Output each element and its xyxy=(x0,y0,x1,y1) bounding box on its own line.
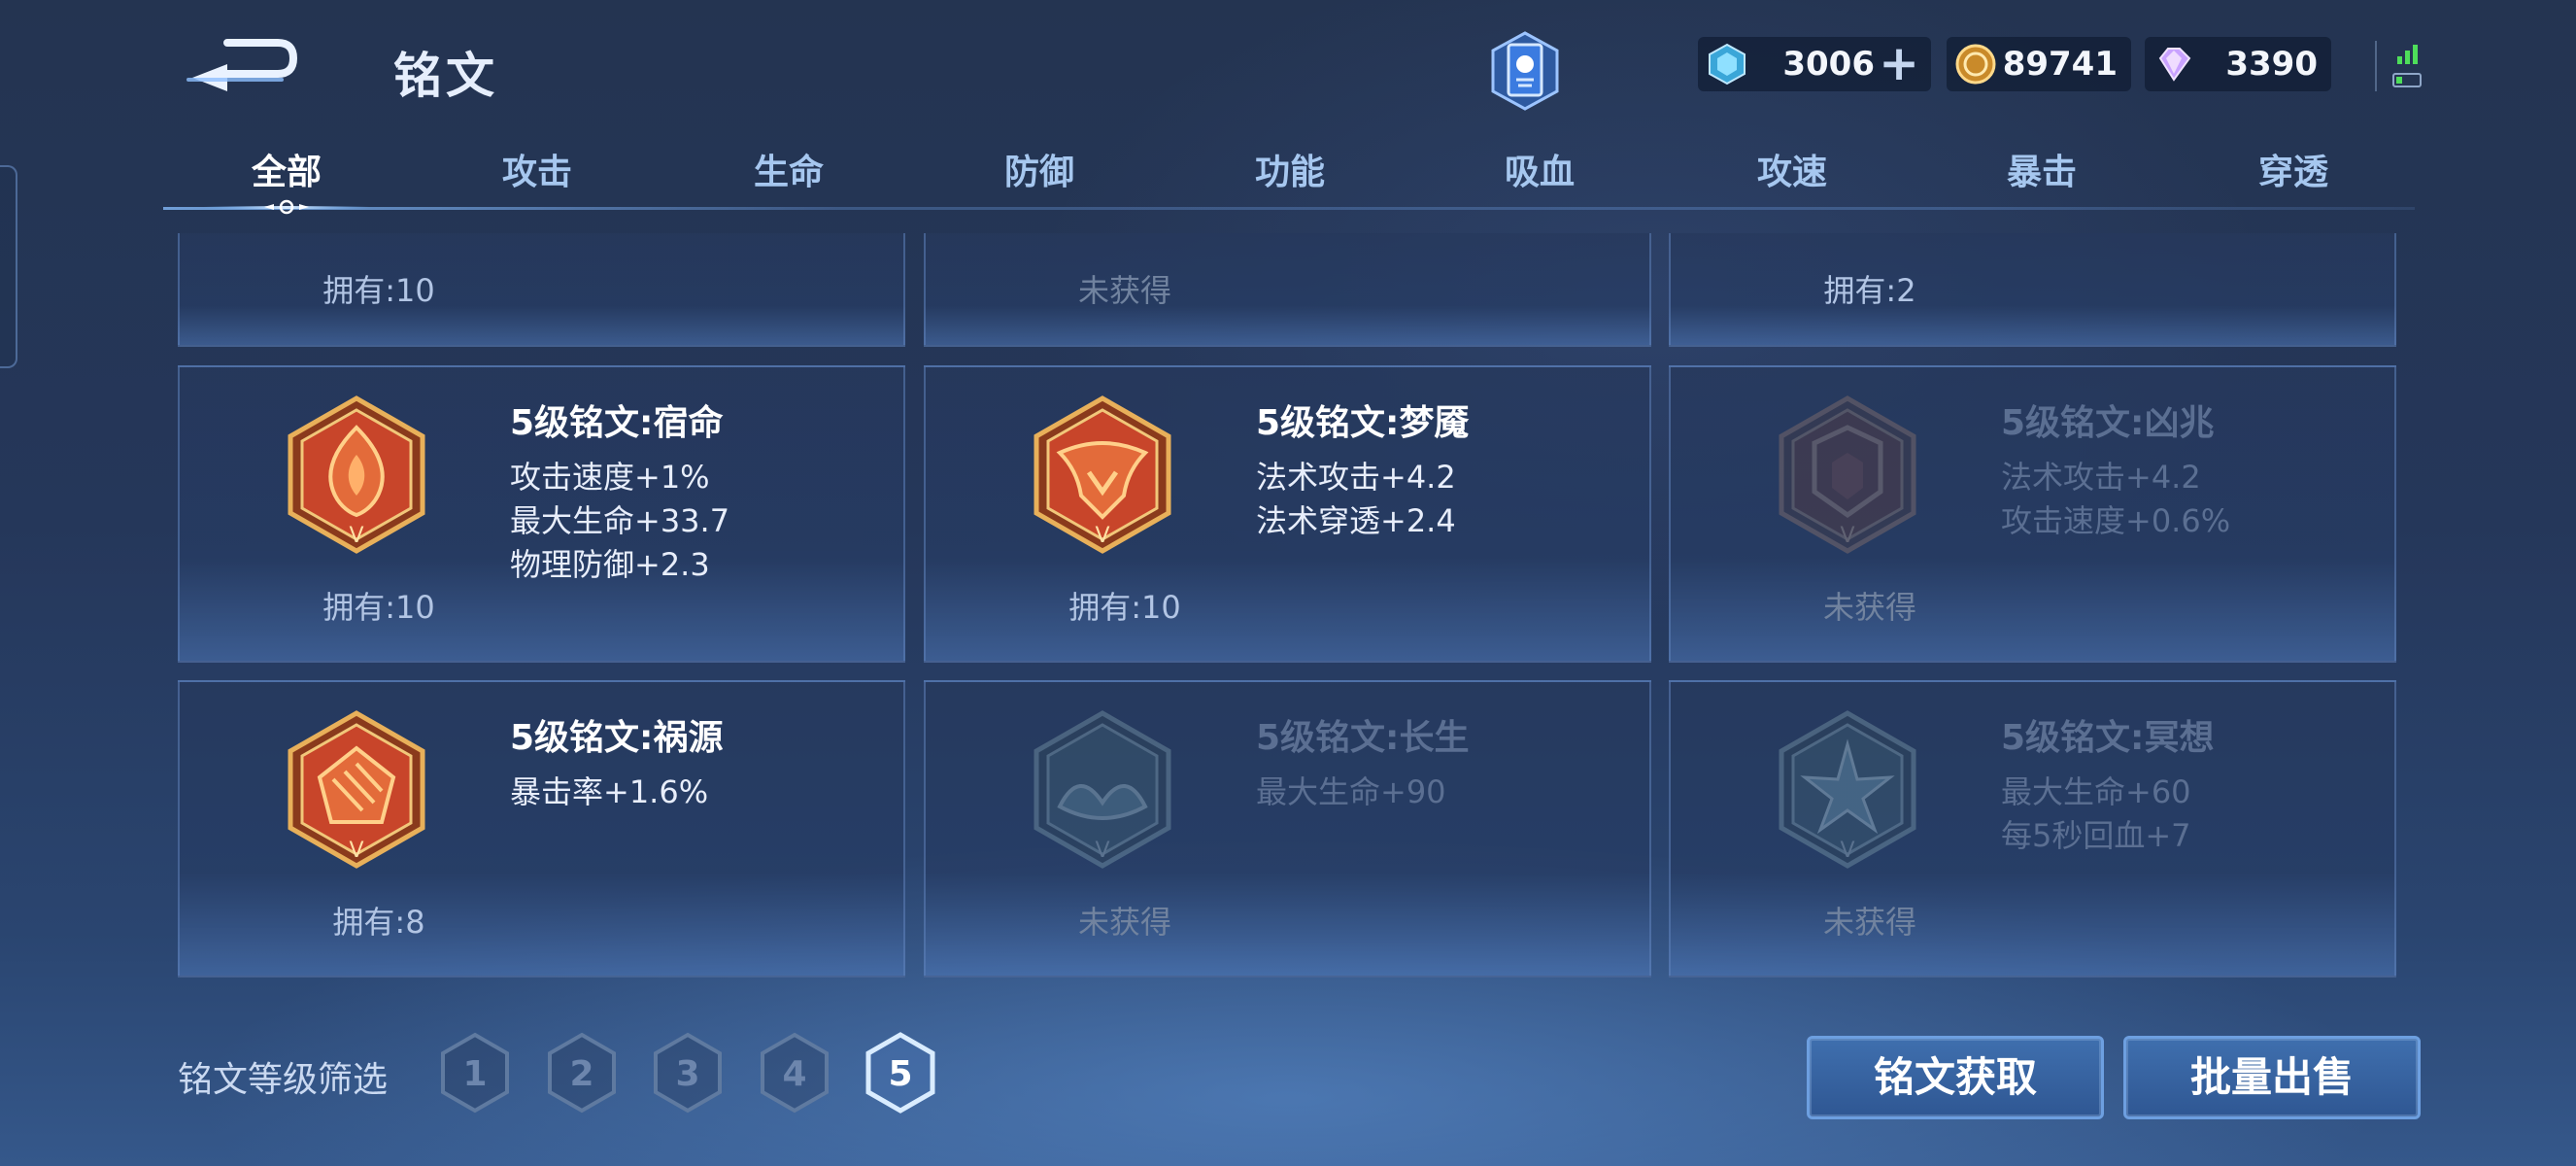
diamond-icon xyxy=(1709,43,1746,86)
diamond-currency: 3006 + xyxy=(1698,37,1931,91)
inscription-card-partial[interactable]: 拥有:2 xyxy=(1669,233,2396,347)
gem-icon xyxy=(2158,48,2191,82)
svg-text:V: V xyxy=(1840,839,1854,863)
tab-lifesteal[interactable]: 吸血 xyxy=(1457,144,1622,194)
inscription-attr: 最大生命+33.7 xyxy=(510,502,730,539)
inscription-card-partial[interactable]: 拥有:10 xyxy=(178,233,905,347)
diamond-value: 3006 xyxy=(1782,45,1875,84)
inscription-attr: 法术穿透+2.4 xyxy=(1256,502,1456,539)
inscription-attr: 最大生命+60 xyxy=(2001,773,2191,810)
gold-currency: 89741 xyxy=(1947,37,2131,91)
inscription-card[interactable]: V 5级铭文:冥想 最大生命+60 每5秒回血+7 未获得 xyxy=(1669,680,2396,977)
inscription-attr: 每5秒回血+7 xyxy=(2001,817,2191,854)
add-diamond-button[interactable]: + xyxy=(1879,39,1919,87)
back-arrow-icon[interactable] xyxy=(185,35,301,93)
tab-health[interactable]: 生命 xyxy=(706,144,871,194)
svg-text:2: 2 xyxy=(569,1054,593,1094)
inscription-attr: 物理防御+2.3 xyxy=(510,546,710,583)
inscription-meditation-icon: V xyxy=(1779,710,1916,869)
bulk-sell-button[interactable]: 批量出售 xyxy=(2123,1036,2421,1119)
owned-count: 未获得 xyxy=(1077,272,1171,309)
inscription-attr: 攻击速度+1% xyxy=(510,459,710,496)
owned-count: 拥有:8 xyxy=(332,904,425,941)
svg-text:4: 4 xyxy=(782,1054,806,1094)
tab-attack-speed[interactable]: 攻速 xyxy=(1710,144,1875,194)
inscription-fate-icon: V xyxy=(288,395,425,554)
svg-text:V: V xyxy=(349,839,363,863)
inscription-name: 5级铭文:长生 xyxy=(1256,718,1470,758)
inscription-card[interactable]: V 5级铭文:凶兆 法术攻击+4.2 攻击速度+0.6% 未获得 xyxy=(1669,365,2396,663)
level-filter-1[interactable]: 1 xyxy=(439,1032,511,1114)
inscription-card[interactable]: V 5级铭文:宿命 攻击速度+1% 最大生命+33.7 物理防御+2.3 拥有:… xyxy=(178,365,905,663)
inscription-name: 5级铭文:宿命 xyxy=(510,403,724,443)
svg-text:V: V xyxy=(349,524,363,548)
inscription-attr: 暴击率+1.6% xyxy=(510,773,709,810)
level-filter-3[interactable]: 3 xyxy=(652,1032,724,1114)
level-filter-5[interactable]: 5 xyxy=(864,1032,936,1114)
inscription-book-icon[interactable] xyxy=(1481,27,1569,115)
active-tab-indicator xyxy=(204,199,369,215)
svg-text:3: 3 xyxy=(675,1054,699,1094)
tab-defense[interactable]: 防御 xyxy=(957,144,1122,194)
inscription-longevity-icon: V xyxy=(1034,710,1171,869)
gold-coin-icon xyxy=(1955,44,1996,85)
gold-value: 89741 xyxy=(2002,45,2118,84)
owned-count: 未获得 xyxy=(1822,904,1916,941)
inscription-card[interactable]: V 5级铭文:长生 最大生命+90 未获得 xyxy=(924,680,1651,977)
svg-text:V: V xyxy=(1095,524,1109,548)
inscription-nightmare-icon: V xyxy=(1034,395,1171,554)
gem-value: 3390 xyxy=(2225,45,2318,84)
inscription-card[interactable]: V 5级铭文:梦魇 法术攻击+4.2 法术穿透+2.4 拥有:10 xyxy=(924,365,1651,663)
inscription-name: 5级铭文:梦魇 xyxy=(1256,403,1470,443)
side-drawer-handle[interactable] xyxy=(0,165,17,368)
tab-critical[interactable]: 暴击 xyxy=(1959,144,2124,194)
svg-text:V: V xyxy=(1095,839,1109,863)
inscription-attr: 法术攻击+4.2 xyxy=(2001,459,2201,496)
tab-utility[interactable]: 功能 xyxy=(1207,144,1373,194)
inscription-attr: 攻击速度+0.6% xyxy=(2001,502,2231,539)
tab-attack[interactable]: 攻击 xyxy=(455,144,620,194)
svg-text:1: 1 xyxy=(462,1054,487,1094)
inscription-name: 5级铭文:祸源 xyxy=(510,718,724,758)
acquire-inscription-button[interactable]: 铭文获取 xyxy=(1807,1036,2104,1119)
inscription-calamity-icon: V xyxy=(288,710,425,869)
page-title: 铭文 xyxy=(393,48,498,104)
owned-count: 拥有:10 xyxy=(1068,589,1181,626)
inscription-omen-icon: V xyxy=(1779,395,1916,554)
inscription-name: 5级铭文:凶兆 xyxy=(2001,403,2215,443)
owned-count: 拥有:10 xyxy=(322,589,435,626)
owned-count: 拥有:10 xyxy=(322,272,435,309)
inscription-card[interactable]: V 5级铭文:祸源 暴击率+1.6% 拥有:8 xyxy=(178,680,905,977)
level-filter-label: 铭文等级筛选 xyxy=(178,1060,389,1100)
owned-count: 拥有:2 xyxy=(1823,272,1916,309)
network-battery-icon xyxy=(2375,41,2422,91)
level-filter-4[interactable]: 4 xyxy=(759,1032,830,1114)
tabs-divider xyxy=(163,207,2415,210)
level-filter-2[interactable]: 2 xyxy=(546,1032,618,1114)
owned-count: 未获得 xyxy=(1822,589,1916,626)
gem-currency: 3390 xyxy=(2145,37,2331,91)
tab-all[interactable]: 全部 xyxy=(204,144,369,194)
inscription-attr: 最大生命+90 xyxy=(1256,773,1446,810)
tab-penetration[interactable]: 穿透 xyxy=(2211,144,2376,194)
inscription-name: 5级铭文:冥想 xyxy=(2001,718,2215,758)
inscription-attr: 法术攻击+4.2 xyxy=(1256,459,1456,496)
inscription-card-partial[interactable]: 未获得 xyxy=(924,233,1651,347)
owned-count: 未获得 xyxy=(1077,904,1171,941)
svg-text:V: V xyxy=(1840,524,1854,548)
svg-text:5: 5 xyxy=(888,1054,912,1094)
